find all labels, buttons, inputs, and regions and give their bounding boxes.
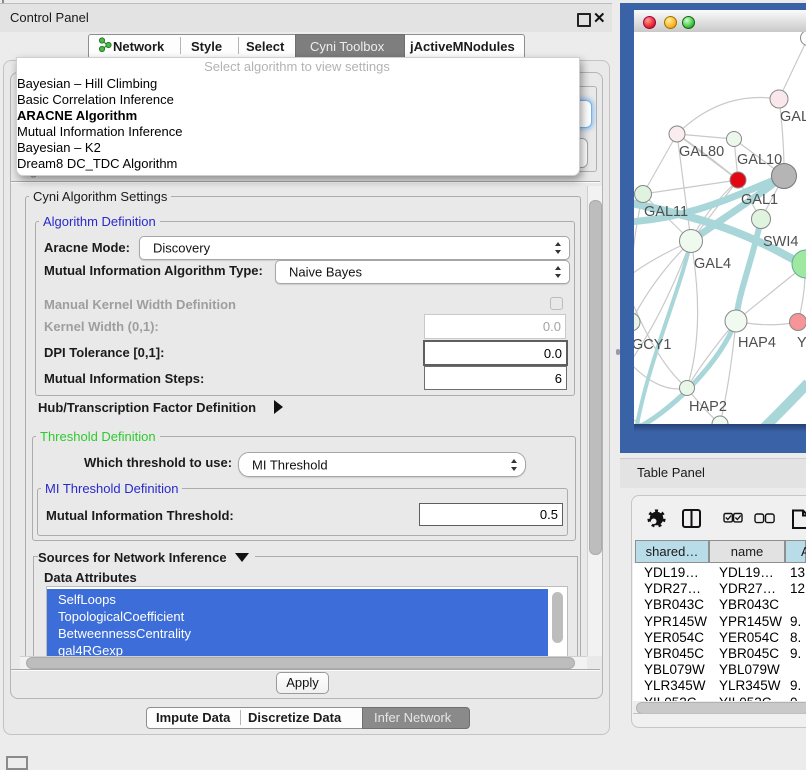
svg-text:GAL11: GAL11 [644,204,688,220]
svg-text:GAL1: GAL1 [741,192,778,208]
svg-text:HAP4: HAP4 [738,335,776,351]
svg-text:GCY1: GCY1 [634,337,672,353]
svg-text:HAP2: HAP2 [689,399,727,415]
svg-text:Y: Y [797,335,806,351]
svg-text:GAL: GAL [780,109,806,125]
svg-text:GAL80: GAL80 [679,144,724,160]
svg-text:SWI4: SWI4 [763,234,798,250]
svg-text:GAL4: GAL4 [694,256,731,272]
svg-text:GAL10: GAL10 [737,152,782,168]
